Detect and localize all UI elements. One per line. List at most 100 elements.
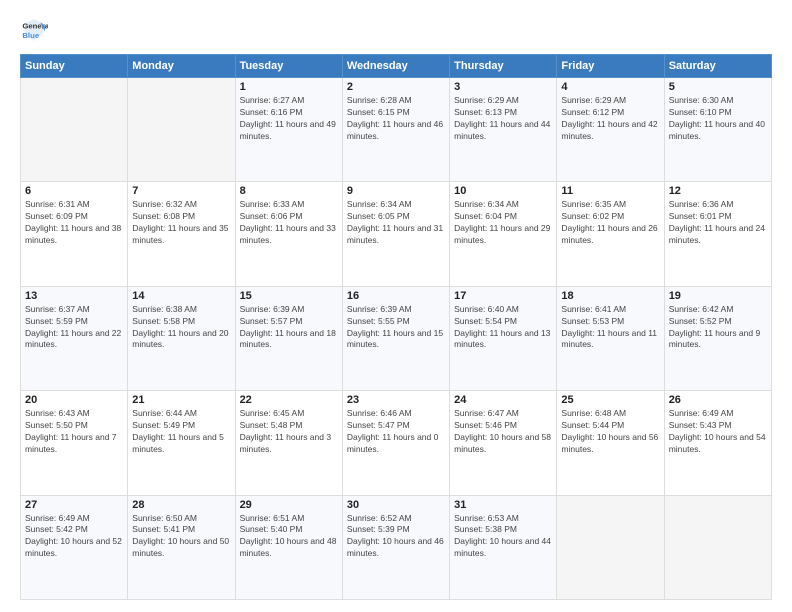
day-info: Sunrise: 6:39 AMSunset: 5:57 PMDaylight:… — [240, 304, 338, 352]
calendar-cell: 15 Sunrise: 6:39 AMSunset: 5:57 PMDayligh… — [235, 286, 342, 390]
weekday-header: Wednesday — [342, 55, 449, 78]
calendar-cell: 22 Sunrise: 6:45 AMSunset: 5:48 PMDayligh… — [235, 391, 342, 495]
day-info: Sunrise: 6:43 AMSunset: 5:50 PMDaylight:… — [25, 408, 123, 456]
day-info: Sunrise: 6:45 AMSunset: 5:48 PMDaylight:… — [240, 408, 338, 456]
calendar-cell: 16 Sunrise: 6:39 AMSunset: 5:55 PMDayligh… — [342, 286, 449, 390]
calendar-cell: 26Sunrise: 6:49 AMSunset: 5:43 PMDayligh… — [664, 391, 771, 495]
calendar-week-row: 1 Sunrise: 6:27 AMSunset: 6:16 PMDaylight… — [21, 78, 772, 182]
calendar-cell: 12 Sunrise: 6:36 AMSunset: 6:01 PMDayligh… — [664, 182, 771, 286]
calendar-cell: 13Sunrise: 6:37 AMSunset: 5:59 PMDayligh… — [21, 286, 128, 390]
logo: General Blue — [20, 16, 52, 44]
calendar-cell: 21 Sunrise: 6:44 AMSunset: 5:49 PMDayligh… — [128, 391, 235, 495]
calendar-cell: 30 Sunrise: 6:52 AMSunset: 5:39 PMDayligh… — [342, 495, 449, 599]
day-info: Sunrise: 6:40 AMSunset: 5:54 PMDaylight:… — [454, 304, 552, 352]
day-number: 18 — [561, 290, 659, 302]
day-number: 16 — [347, 290, 445, 302]
day-info: Sunrise: 6:38 AMSunset: 5:58 PMDaylight:… — [132, 304, 230, 352]
weekday-header: Monday — [128, 55, 235, 78]
day-info: Sunrise: 6:27 AMSunset: 6:16 PMDaylight:… — [240, 95, 338, 143]
page-header: General Blue — [20, 16, 772, 44]
day-number: 23 — [347, 394, 445, 406]
calendar-cell: 6 Sunrise: 6:31 AMSunset: 6:09 PMDaylight… — [21, 182, 128, 286]
calendar-header-row: SundayMondayTuesdayWednesdayThursdayFrid… — [21, 55, 772, 78]
day-info: Sunrise: 6:39 AMSunset: 5:55 PMDaylight:… — [347, 304, 445, 352]
day-info: Sunrise: 6:53 AMSunset: 5:38 PMDaylight:… — [454, 513, 552, 561]
calendar-week-row: 27 Sunrise: 6:49 AMSunset: 5:42 PMDayligh… — [21, 495, 772, 599]
day-number: 9 — [347, 185, 445, 197]
calendar-cell: 9 Sunrise: 6:34 AMSunset: 6:05 PMDaylight… — [342, 182, 449, 286]
day-number: 15 — [240, 290, 338, 302]
day-number: 28 — [132, 499, 230, 511]
day-info: Sunrise: 6:48 AMSunset: 5:44 PMDaylight:… — [561, 408, 659, 456]
calendar-cell: 5 Sunrise: 6:30 AMSunset: 6:10 PMDaylight… — [664, 78, 771, 182]
calendar-cell: 24 Sunrise: 6:47 AMSunset: 5:46 PMDayligh… — [450, 391, 557, 495]
day-info: Sunrise: 6:30 AMSunset: 6:10 PMDaylight:… — [669, 95, 767, 143]
calendar-cell — [128, 78, 235, 182]
calendar-cell: 10 Sunrise: 6:34 AMSunset: 6:04 PMDayligh… — [450, 182, 557, 286]
day-number: 1 — [240, 81, 338, 93]
calendar-cell: 3 Sunrise: 6:29 AMSunset: 6:13 PMDaylight… — [450, 78, 557, 182]
day-info: Sunrise: 6:44 AMSunset: 5:49 PMDaylight:… — [132, 408, 230, 456]
day-number: 17 — [454, 290, 552, 302]
day-info: Sunrise: 6:35 AMSunset: 6:02 PMDaylight:… — [561, 199, 659, 247]
calendar-cell — [21, 78, 128, 182]
day-info: Sunrise: 6:36 AMSunset: 6:01 PMDaylight:… — [669, 199, 767, 247]
day-number: 14 — [132, 290, 230, 302]
day-number: 5 — [669, 81, 767, 93]
calendar-cell: 19 Sunrise: 6:42 AMSunset: 5:52 PMDayligh… — [664, 286, 771, 390]
day-info: Sunrise: 6:42 AMSunset: 5:52 PMDaylight:… — [669, 304, 767, 352]
day-number: 11 — [561, 185, 659, 197]
day-number: 2 — [347, 81, 445, 93]
calendar-cell — [557, 495, 664, 599]
day-info: Sunrise: 6:28 AMSunset: 6:15 PMDaylight:… — [347, 95, 445, 143]
day-info: Sunrise: 6:49 AMSunset: 5:42 PMDaylight:… — [25, 513, 123, 561]
day-info: Sunrise: 6:34 AMSunset: 6:05 PMDaylight:… — [347, 199, 445, 247]
day-number: 4 — [561, 81, 659, 93]
calendar-week-row: 6 Sunrise: 6:31 AMSunset: 6:09 PMDaylight… — [21, 182, 772, 286]
weekday-header: Thursday — [450, 55, 557, 78]
day-number: 10 — [454, 185, 552, 197]
calendar-cell: 23 Sunrise: 6:46 AMSunset: 5:47 PMDayligh… — [342, 391, 449, 495]
day-info: Sunrise: 6:29 AMSunset: 6:13 PMDaylight:… — [454, 95, 552, 143]
day-info: Sunrise: 6:47 AMSunset: 5:46 PMDaylight:… — [454, 408, 552, 456]
calendar-cell: 8Sunrise: 6:33 AMSunset: 6:06 PMDaylight… — [235, 182, 342, 286]
day-number: 19 — [669, 290, 767, 302]
day-info: Sunrise: 6:34 AMSunset: 6:04 PMDaylight:… — [454, 199, 552, 247]
weekday-header: Tuesday — [235, 55, 342, 78]
day-info: Sunrise: 6:33 AMSunset: 6:06 PMDaylight:… — [240, 199, 338, 247]
day-number: 3 — [454, 81, 552, 93]
calendar-week-row: 20Sunrise: 6:43 AMSunset: 5:50 PMDayligh… — [21, 391, 772, 495]
day-number: 30 — [347, 499, 445, 511]
day-number: 21 — [132, 394, 230, 406]
day-info: Sunrise: 6:32 AMSunset: 6:08 PMDaylight:… — [132, 199, 230, 247]
day-info: Sunrise: 6:29 AMSunset: 6:12 PMDaylight:… — [561, 95, 659, 143]
day-number: 13 — [25, 290, 123, 302]
calendar-cell: 4 Sunrise: 6:29 AMSunset: 6:12 PMDaylight… — [557, 78, 664, 182]
day-info: Sunrise: 6:50 AMSunset: 5:41 PMDaylight:… — [132, 513, 230, 561]
day-info: Sunrise: 6:31 AMSunset: 6:09 PMDaylight:… — [25, 199, 123, 247]
day-number: 7 — [132, 185, 230, 197]
calendar-cell: 28 Sunrise: 6:50 AMSunset: 5:41 PMDayligh… — [128, 495, 235, 599]
svg-text:Blue: Blue — [22, 31, 40, 40]
calendar-cell: 20Sunrise: 6:43 AMSunset: 5:50 PMDayligh… — [21, 391, 128, 495]
day-number: 12 — [669, 185, 767, 197]
calendar-cell: 17 Sunrise: 6:40 AMSunset: 5:54 PMDayligh… — [450, 286, 557, 390]
calendar-cell: 18Sunrise: 6:41 AMSunset: 5:53 PMDayligh… — [557, 286, 664, 390]
day-info: Sunrise: 6:49 AMSunset: 5:43 PMDaylight:… — [669, 408, 767, 456]
logo-icon: General Blue — [20, 16, 48, 44]
calendar-cell: 14 Sunrise: 6:38 AMSunset: 5:58 PMDayligh… — [128, 286, 235, 390]
calendar-cell: 7 Sunrise: 6:32 AMSunset: 6:08 PMDaylight… — [128, 182, 235, 286]
day-number: 25 — [561, 394, 659, 406]
calendar-cell: 31Sunrise: 6:53 AMSunset: 5:38 PMDayligh… — [450, 495, 557, 599]
day-info: Sunrise: 6:52 AMSunset: 5:39 PMDaylight:… — [347, 513, 445, 561]
day-number: 6 — [25, 185, 123, 197]
calendar-cell: 2 Sunrise: 6:28 AMSunset: 6:15 PMDaylight… — [342, 78, 449, 182]
weekday-header: Saturday — [664, 55, 771, 78]
day-number: 24 — [454, 394, 552, 406]
day-number: 27 — [25, 499, 123, 511]
day-number: 22 — [240, 394, 338, 406]
calendar-week-row: 13Sunrise: 6:37 AMSunset: 5:59 PMDayligh… — [21, 286, 772, 390]
calendar-cell: 29Sunrise: 6:51 AMSunset: 5:40 PMDayligh… — [235, 495, 342, 599]
day-info: Sunrise: 6:46 AMSunset: 5:47 PMDaylight:… — [347, 408, 445, 456]
day-info: Sunrise: 6:51 AMSunset: 5:40 PMDaylight:… — [240, 513, 338, 561]
